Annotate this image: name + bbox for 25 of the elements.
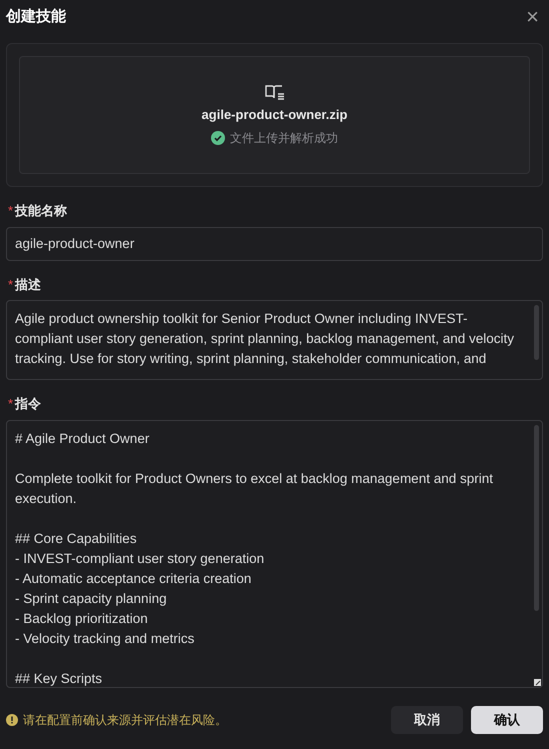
confirm-button[interactable]: 确认 <box>471 706 543 734</box>
warning-icon <box>6 714 18 726</box>
upload-status: 文件上传并解析成功 <box>230 130 338 147</box>
field-label: 技能名称 <box>15 202 68 220</box>
scrollbar[interactable] <box>534 305 539 360</box>
warning-text: 请在配置前确认来源并评估潜在风险。 <box>23 712 227 728</box>
required-mark: * <box>8 202 14 220</box>
cancel-button[interactable]: 取消 <box>391 706 463 734</box>
field-label: 指令 <box>15 395 42 413</box>
field-label: 描述 <box>15 276 42 294</box>
dialog-title: 创建技能 <box>6 6 66 27</box>
field-value: Agile product ownership toolkit for Senior Product Owner including INVEST-compliant user story generation, sprint planning, backlog management, and velocity tracking. Use for story writing, sprint planning, stakeholder communication, and <box>15 310 516 368</box>
scrollbar[interactable] <box>534 424 539 611</box>
close-button[interactable]: × <box>526 6 543 28</box>
success-check-icon <box>211 130 225 145</box>
field-value: agile-product-owner <box>15 234 136 253</box>
file-name: agile-product-owner.zip <box>202 106 348 124</box>
book-icon <box>264 83 284 102</box>
input-field[interactable]: agile-product-owner <box>6 226 543 260</box>
field-value: # Agile Product Owner Complete toolkit for Product Owners to excel at backlog management and sprint execution. ## Core Capabilities - INVEST-compliant user story generation - Automatic acceptance criteria creation - Sprint capacity planning - Backlog prioritization - Velocity tracking and metrics ## Key Scripts <box>15 430 494 686</box>
required-mark: * <box>8 276 14 294</box>
resize-handle-icon[interactable] <box>534 678 541 686</box>
text-area[interactable] <box>6 300 543 380</box>
upload-area[interactable]: agile-product-owner.zip 文件上传并解析成功 <box>19 56 530 174</box>
required-mark: * <box>8 395 14 413</box>
